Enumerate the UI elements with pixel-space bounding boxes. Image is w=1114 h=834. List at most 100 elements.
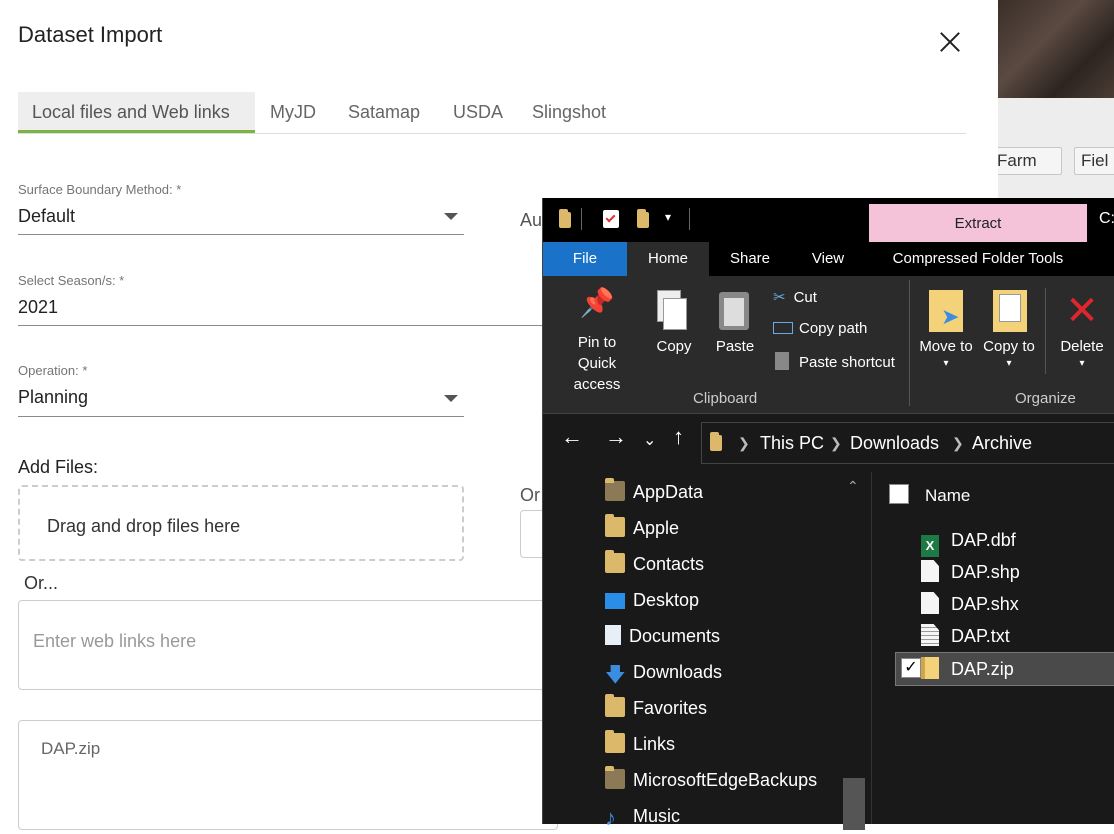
breadcrumb-downloads[interactable]: Downloads — [850, 433, 939, 454]
music-icon: ♪ — [605, 805, 616, 830]
back-arrow-icon[interactable]: ← — [561, 424, 583, 450]
customize-toolbar-icon[interactable]: ▾ — [665, 210, 671, 224]
text-file-icon — [921, 624, 939, 646]
selected-file: DAP.zip — [41, 739, 101, 758]
web-links-input[interactable]: Enter web links here — [18, 600, 558, 690]
select-all-checkbox[interactable] — [889, 484, 909, 504]
ribbon-tabs: File Home Share View Compressed Folder T… — [543, 242, 1114, 276]
file-item-dap-shp[interactable]: DAP.shp — [921, 556, 1020, 588]
season-select[interactable]: 2021 — [18, 297, 58, 318]
file-item-dap-zip[interactable]: DAP.zip — [921, 653, 1014, 685]
breadcrumb-this-pc[interactable]: This PC — [760, 433, 824, 454]
tab-myjd[interactable]: MyJD — [256, 92, 330, 133]
address-bar-row: ← → ⌄ ↑ ❯ This PC ❯ Downloads ❯ Archive — [543, 414, 1114, 472]
navigation-pane: ⌃ AppData Apple Contacts Desktop Documen… — [543, 472, 871, 830]
pin-icon: 📌 — [579, 287, 615, 318]
file-drop-zone[interactable]: Drag and drop files here — [18, 485, 464, 561]
farm-button[interactable]: Farm — [990, 147, 1062, 175]
auto-label: Au — [520, 210, 543, 230]
nav-item-music[interactable]: ♪ Music — [605, 798, 680, 834]
nav-item-downloads[interactable]: 🡇 Downloads — [605, 654, 722, 690]
tab-home[interactable]: Home — [627, 242, 709, 276]
row-checkbox-checked[interactable]: ✓ — [901, 658, 921, 678]
paste-shortcut-button[interactable]: Paste shortcut — [773, 352, 895, 371]
links-folder-icon — [605, 730, 625, 753]
window-title: C:\ — [1099, 210, 1114, 227]
nav-item-documents[interactable]: Documents — [605, 618, 720, 654]
add-files-label: Add Files: — [18, 457, 99, 477]
scissors-icon: ✂ — [773, 289, 786, 306]
surface-boundary-select[interactable]: Default — [18, 206, 75, 227]
dropdown-arrow-icon[interactable] — [444, 395, 458, 402]
copy-path-button[interactable]: Copy path — [773, 320, 867, 337]
nav-item-microsoftedgebackups[interactable]: MicrosoftEdgeBackups — [605, 762, 817, 798]
operation-underline — [18, 416, 464, 417]
tab-satamap[interactable]: Satamap — [334, 92, 434, 133]
excel-file-icon: X — [921, 535, 939, 557]
up-arrow-icon[interactable]: ↑ — [673, 424, 684, 450]
copy-button[interactable]: Copy — [647, 288, 701, 357]
file-item-dap-shx[interactable]: DAP.shx — [921, 588, 1019, 620]
tab-usda[interactable]: USDA — [439, 92, 517, 133]
clipboard-group-label: Clipboard — [693, 390, 758, 407]
recent-chevron-icon[interactable]: ⌄ — [643, 430, 656, 450]
tab-file[interactable]: File — [543, 242, 627, 276]
dialog-title: Dataset Import — [18, 22, 163, 47]
tab-share[interactable]: Share — [709, 242, 791, 276]
pin-quick-access-button[interactable]: 📌 Pin to Quick access — [551, 287, 643, 395]
close-icon[interactable] — [936, 28, 964, 56]
copy-path-icon — [773, 322, 793, 334]
scroll-up-icon[interactable]: ⌃ — [847, 478, 859, 495]
desktop-icon — [605, 593, 625, 609]
tab-view[interactable]: View — [791, 242, 865, 276]
contacts-folder-icon — [605, 550, 625, 573]
nav-item-appdata[interactable]: AppData — [605, 474, 703, 510]
surface-boundary-label: Surface Boundary Method: * — [18, 182, 182, 197]
operation-select[interactable]: Planning — [18, 387, 88, 408]
season-underline — [18, 325, 548, 326]
tab-slingshot[interactable]: Slingshot — [518, 92, 620, 133]
or-label: Or — [520, 485, 540, 505]
tab-compressed-folder-tools[interactable]: Compressed Folder Tools — [869, 242, 1087, 276]
paste-button[interactable]: Paste — [707, 288, 763, 357]
selected-files-list: DAP.zip — [18, 720, 558, 830]
name-column-header[interactable]: Name — [925, 486, 970, 506]
move-to-button[interactable]: ➤ Move to ▾ — [915, 288, 977, 374]
cut-button[interactable]: ✂ Cut — [773, 288, 817, 306]
dropdown-arrow-icon[interactable] — [444, 213, 458, 220]
file-item-dap-txt[interactable]: DAP.txt — [921, 620, 1010, 652]
forward-arrow-icon[interactable]: → — [605, 424, 627, 450]
nav-item-apple[interactable]: Apple — [605, 510, 679, 546]
copy-to-icon — [981, 288, 1037, 336]
tab-local-files[interactable]: Local files and Web links — [18, 92, 255, 133]
documents-icon — [605, 625, 621, 645]
nav-item-favorites[interactable]: Favorites — [605, 690, 707, 726]
delete-x-icon: ✕ — [1065, 289, 1099, 333]
new-folder-icon[interactable] — [637, 209, 649, 228]
nav-item-links[interactable]: Links — [605, 726, 675, 762]
address-bar[interactable]: ❯ This PC ❯ Downloads ❯ Archive — [701, 422, 1114, 464]
field-button[interactable]: Fiel — [1074, 147, 1114, 175]
folder-icon — [710, 432, 722, 451]
ribbon-home: 📌 Pin to Quick access Copy Paste ✂ Cut Co… — [543, 276, 1114, 414]
or-separator: Or... — [24, 573, 59, 593]
copy-to-button[interactable]: Copy to ▾ — [981, 288, 1037, 374]
scrollbar-thumb[interactable] — [843, 778, 865, 830]
background-image — [998, 0, 1114, 98]
file-icon — [921, 592, 939, 614]
downloads-icon: 🡇 — [605, 664, 626, 686]
operation-label: Operation: * — [18, 363, 88, 378]
breadcrumb-archive[interactable]: Archive — [972, 433, 1032, 454]
nav-item-contacts[interactable]: Contacts — [605, 546, 704, 582]
organize-group-label: Organize — [1015, 390, 1076, 407]
file-item-dap-dbf[interactable]: X DAP.dbf — [921, 524, 1016, 557]
paste-icon — [707, 288, 763, 336]
paste-shortcut-icon — [775, 352, 789, 370]
copy-icon — [647, 288, 701, 336]
delete-button[interactable]: ✕ Delete ▾ — [1051, 288, 1113, 374]
folder-icon — [605, 514, 625, 537]
nav-item-desktop[interactable]: Desktop — [605, 582, 699, 618]
extract-context-tab[interactable]: Extract — [869, 204, 1087, 242]
quick-access-toolbar: ▾ Extract C:\ — [543, 198, 1114, 242]
properties-icon[interactable] — [603, 210, 619, 228]
